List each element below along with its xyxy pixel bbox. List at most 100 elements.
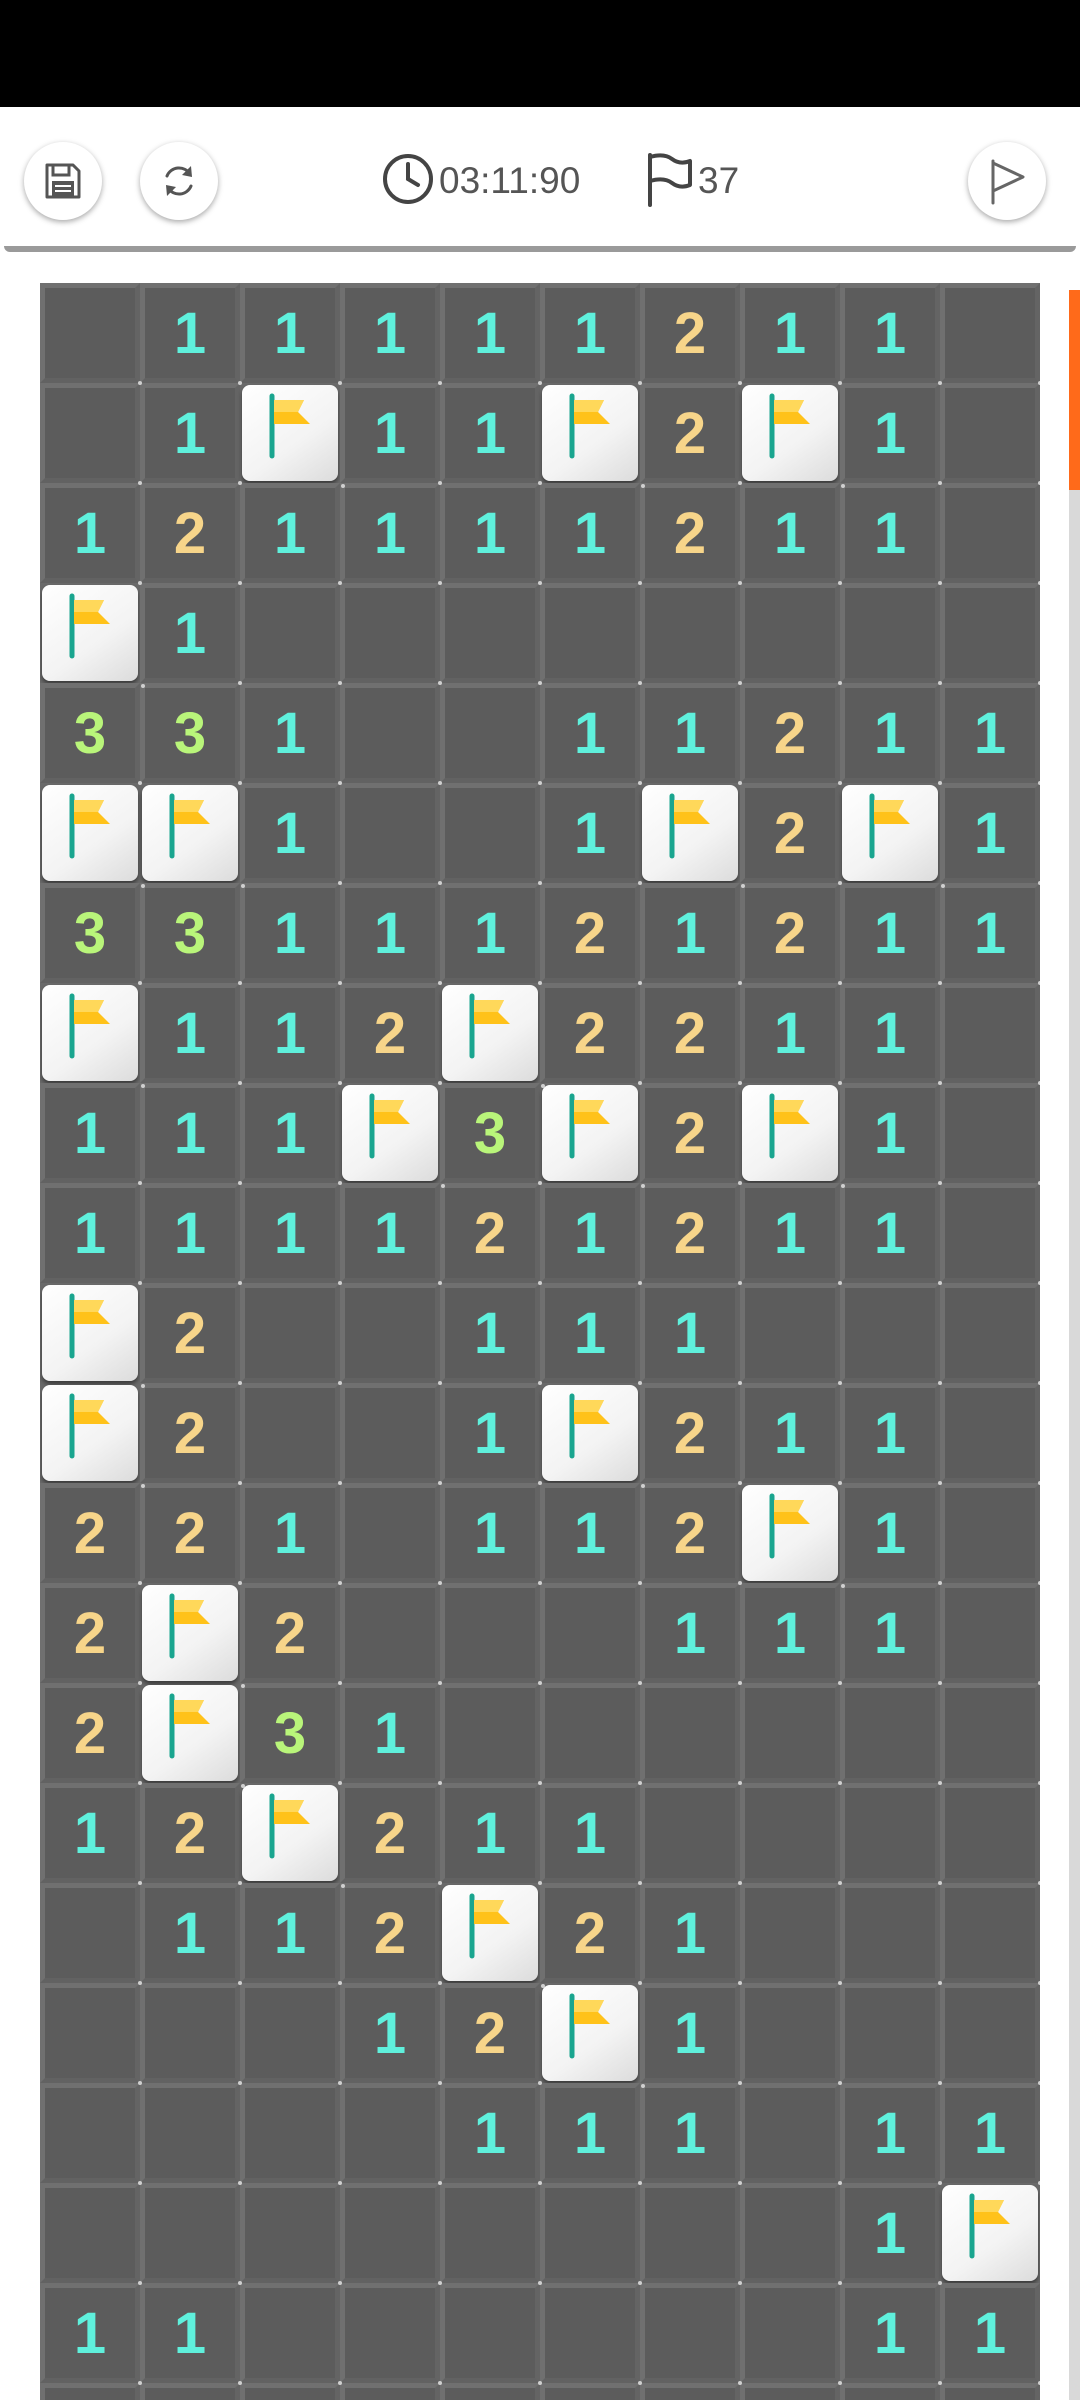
number-cell[interactable]: 1 bbox=[740, 1583, 842, 1685]
empty-cell[interactable] bbox=[440, 2183, 542, 2285]
empty-cell[interactable] bbox=[340, 583, 442, 685]
number-cell[interactable]: 1 bbox=[540, 1283, 642, 1385]
empty-cell[interactable] bbox=[540, 2283, 642, 2385]
flagged-cell[interactable] bbox=[42, 1285, 145, 1388]
number-cell[interactable]: 1 bbox=[840, 2283, 942, 2385]
empty-cell[interactable] bbox=[440, 2283, 542, 2385]
number-cell[interactable]: 2 bbox=[540, 1883, 642, 1985]
number-cell[interactable]: 1 bbox=[140, 983, 242, 1085]
empty-cell[interactable] bbox=[940, 1483, 1040, 1585]
save-button[interactable] bbox=[24, 142, 102, 220]
empty-cell[interactable] bbox=[340, 2383, 440, 2400]
restart-button[interactable] bbox=[140, 142, 218, 220]
number-cell[interactable]: 2 bbox=[640, 983, 742, 1085]
empty-cell[interactable] bbox=[940, 1183, 1040, 1285]
empty-cell[interactable] bbox=[840, 583, 942, 685]
number-cell[interactable]: 1 bbox=[240, 983, 342, 1085]
number-cell[interactable]: 2 bbox=[640, 483, 742, 585]
number-cell[interactable]: 1 bbox=[640, 1983, 742, 2085]
empty-cell[interactable] bbox=[940, 583, 1040, 685]
number-cell[interactable]: 1 bbox=[340, 1183, 442, 1285]
number-cell[interactable]: 1 bbox=[140, 1183, 242, 1285]
flagged-cell[interactable] bbox=[142, 785, 245, 888]
number-cell[interactable]: 1 bbox=[840, 1583, 942, 1685]
empty-cell[interactable] bbox=[940, 283, 1040, 385]
number-cell[interactable]: 2 bbox=[140, 483, 242, 585]
number-cell[interactable]: 1 bbox=[940, 683, 1040, 785]
number-cell[interactable]: 1 bbox=[540, 783, 642, 885]
number-cell[interactable]: 3 bbox=[140, 883, 242, 985]
empty-cell[interactable] bbox=[940, 1983, 1040, 2085]
empty-cell[interactable] bbox=[240, 2183, 342, 2285]
number-cell[interactable]: 1 bbox=[940, 2283, 1040, 2385]
number-cell[interactable]: 1 bbox=[140, 383, 242, 485]
number-cell[interactable]: 1 bbox=[640, 1883, 742, 1985]
number-cell[interactable]: 1 bbox=[440, 2083, 542, 2185]
empty-cell[interactable] bbox=[440, 683, 542, 785]
number-cell[interactable]: 1 bbox=[740, 283, 842, 385]
number-cell[interactable]: 2 bbox=[340, 983, 442, 1085]
empty-cell[interactable] bbox=[340, 683, 442, 785]
empty-cell[interactable] bbox=[340, 1383, 442, 1485]
number-cell[interactable]: 2 bbox=[540, 883, 642, 985]
empty-cell[interactable] bbox=[640, 2183, 742, 2285]
empty-cell[interactable] bbox=[340, 2283, 442, 2385]
empty-cell[interactable] bbox=[640, 1783, 742, 1885]
flagged-cell[interactable] bbox=[742, 1085, 845, 1188]
number-cell[interactable]: 1 bbox=[240, 483, 342, 585]
empty-cell[interactable] bbox=[840, 1983, 942, 2085]
empty-cell[interactable] bbox=[340, 2183, 442, 2285]
empty-cell[interactable] bbox=[40, 2083, 142, 2185]
empty-cell[interactable] bbox=[840, 2383, 940, 2400]
number-cell[interactable]: 1 bbox=[140, 2283, 242, 2385]
number-cell[interactable]: 1 bbox=[540, 483, 642, 585]
empty-cell[interactable] bbox=[740, 1883, 842, 1985]
number-cell[interactable]: 1 bbox=[240, 283, 342, 385]
empty-cell[interactable] bbox=[940, 383, 1040, 485]
number-cell[interactable]: 1 bbox=[440, 383, 542, 485]
number-cell[interactable]: 1 bbox=[640, 883, 742, 985]
empty-cell[interactable] bbox=[440, 1583, 542, 1685]
flagged-cell[interactable] bbox=[742, 385, 845, 488]
flagged-cell[interactable] bbox=[442, 1885, 545, 1988]
empty-cell[interactable] bbox=[440, 783, 542, 885]
number-cell[interactable]: 3 bbox=[140, 683, 242, 785]
number-cell[interactable]: 1 bbox=[840, 683, 942, 785]
number-cell[interactable]: 2 bbox=[340, 1883, 442, 1985]
empty-cell[interactable] bbox=[940, 1383, 1040, 1485]
empty-cell[interactable] bbox=[940, 1783, 1040, 1885]
empty-cell[interactable] bbox=[840, 1283, 942, 1385]
number-cell[interactable]: 1 bbox=[640, 1283, 742, 1385]
number-cell[interactable]: 1 bbox=[440, 1283, 542, 1385]
number-cell[interactable]: 1 bbox=[340, 483, 442, 585]
empty-cell[interactable] bbox=[940, 1283, 1040, 1385]
number-cell[interactable]: 1 bbox=[140, 1083, 242, 1185]
empty-cell[interactable] bbox=[340, 783, 442, 885]
number-cell[interactable]: 2 bbox=[340, 1783, 442, 1885]
number-cell[interactable]: 1 bbox=[340, 283, 442, 385]
number-cell[interactable]: 1 bbox=[840, 483, 942, 585]
empty-cell[interactable] bbox=[740, 2183, 842, 2285]
empty-cell[interactable] bbox=[440, 583, 542, 685]
empty-cell[interactable] bbox=[240, 2383, 340, 2400]
empty-cell[interactable] bbox=[840, 1883, 942, 1985]
number-cell[interactable]: 2 bbox=[440, 1983, 542, 2085]
number-cell[interactable]: 1 bbox=[540, 1183, 642, 1285]
number-cell[interactable]: 2 bbox=[640, 1083, 742, 1185]
flagged-cell[interactable] bbox=[542, 1385, 645, 1488]
number-cell[interactable]: 1 bbox=[840, 2083, 942, 2185]
flagged-cell[interactable] bbox=[742, 1485, 845, 1588]
number-cell[interactable]: 3 bbox=[440, 1083, 542, 1185]
empty-cell[interactable] bbox=[740, 1983, 842, 2085]
empty-cell[interactable] bbox=[140, 2383, 240, 2400]
empty-cell[interactable] bbox=[40, 283, 142, 385]
flagged-cell[interactable] bbox=[42, 785, 145, 888]
number-cell[interactable]: 1 bbox=[40, 1183, 142, 1285]
number-cell[interactable]: 1 bbox=[940, 2083, 1040, 2185]
number-cell[interactable]: 1 bbox=[840, 983, 942, 1085]
scrollbar-track[interactable] bbox=[1069, 290, 1080, 2400]
number-cell[interactable]: 1 bbox=[140, 283, 242, 385]
number-cell[interactable]: 1 bbox=[340, 883, 442, 985]
number-cell[interactable]: 1 bbox=[540, 683, 642, 785]
empty-cell[interactable] bbox=[540, 2183, 642, 2285]
